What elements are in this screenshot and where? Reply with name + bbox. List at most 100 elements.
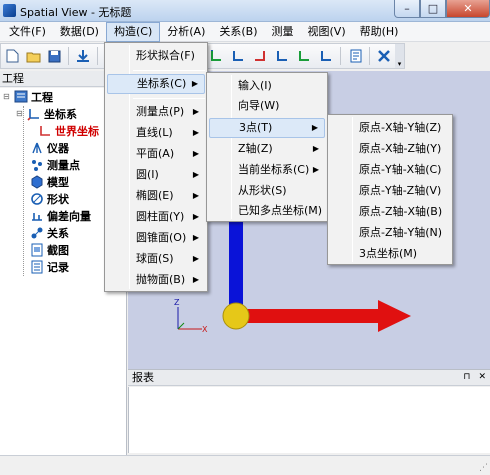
app-logo-icon xyxy=(3,4,16,17)
tree-item-shapes[interactable]: 形状 xyxy=(30,190,69,207)
menu-item-three-point-coordinates[interactable]: 3点坐标(M) xyxy=(330,244,450,264)
pin-icon[interactable]: ⊓ xyxy=(463,370,470,385)
tree-item-label: 模型 xyxy=(47,175,69,189)
tree-connector xyxy=(23,106,24,276)
menu-item-label: 当前坐标系(C) xyxy=(238,163,310,176)
minimize-button[interactable]: – xyxy=(394,0,420,18)
menu-data[interactable]: 数据(D) xyxy=(53,22,106,42)
menu-item-origin-x-z[interactable]: 原点-X轴-Z轴(Y) xyxy=(330,139,450,159)
menu-item-input[interactable]: 输入(I) xyxy=(209,76,325,96)
maximize-button[interactable]: □ xyxy=(420,0,446,18)
save-icon[interactable] xyxy=(45,47,63,65)
menu-item-ellipse[interactable]: 椭圆(E) ▶ xyxy=(107,186,205,206)
tree-item-model[interactable]: 模型 xyxy=(30,173,69,190)
submenu-arrow-icon: ▶ xyxy=(192,233,199,242)
menu-item-circle[interactable]: 圆(I) ▶ xyxy=(107,165,205,185)
submenu-arrow-icon: ▶ xyxy=(192,128,199,137)
menu-analysis[interactable]: 分析(A) xyxy=(160,22,212,42)
coord-tool-icon-3[interactable] xyxy=(251,47,269,65)
coord-tool-icon-2[interactable] xyxy=(229,47,247,65)
import-icon[interactable] xyxy=(74,47,92,65)
menu-item-wizard[interactable]: 向导(W) xyxy=(209,96,325,116)
submenu-arrow-icon: ▶ xyxy=(192,191,199,200)
menu-item-three-points[interactable]: 3点(T) ▶ xyxy=(209,118,325,138)
menu-item-origin-y-z[interactable]: 原点-Y轴-Z轴(V) xyxy=(330,181,450,201)
coord-tool-icon-5[interactable] xyxy=(295,47,313,65)
coord-tool-icon-1[interactable] xyxy=(207,47,225,65)
menu-item-sphere[interactable]: 球面(S) ▶ xyxy=(107,249,205,269)
tree-item-label: 截图 xyxy=(47,243,69,257)
menu-relation[interactable]: 关系(B) xyxy=(212,22,264,42)
close-icon[interactable]: ✕ xyxy=(478,370,486,385)
toolbar-separator xyxy=(68,47,69,65)
collapse-icon[interactable]: ⊟ xyxy=(3,92,11,101)
model-icon xyxy=(30,174,44,189)
menu-item-line[interactable]: 直线(L) ▶ xyxy=(107,123,205,143)
coordinate-system-submenu: 输入(I) 向导(W) 3点(T) ▶ Z轴(Z) ▶ 当前坐标系(C) ▶ 从形状(… xyxy=(206,72,328,222)
toolbar-separator xyxy=(97,47,98,65)
menu-item-coordinate-system[interactable]: 坐标系(C) ▶ xyxy=(107,74,205,94)
tree-item-label: 关系 xyxy=(47,226,69,240)
collapse-icon[interactable]: ⊟ xyxy=(16,109,24,118)
menu-measure[interactable]: 测量 xyxy=(265,22,301,42)
tree-item-project[interactable]: ⊟ 工程 xyxy=(3,88,53,105)
axis-z-label: Z xyxy=(174,298,180,307)
menu-item-paraboloid[interactable]: 抛物面(B) ▶ xyxy=(107,270,205,290)
open-folder-icon[interactable] xyxy=(24,47,42,65)
menu-help[interactable]: 帮助(H) xyxy=(353,22,406,42)
tree-item-screenshots[interactable]: 截图 xyxy=(30,241,69,258)
menu-file[interactable]: 文件(F) xyxy=(2,22,53,42)
tools-icon[interactable] xyxy=(375,47,393,65)
menu-item-cone[interactable]: 圆锥面(O) ▶ xyxy=(107,228,205,248)
report-icon[interactable] xyxy=(347,47,365,65)
tree-item-label: 偏差向量 xyxy=(47,209,91,223)
construct-menu: 形状拟合(F) 坐标系(C) ▶ 测量点(P) ▶ 直线(L) ▶ 平面(A) ▶ 圆(… xyxy=(104,42,208,292)
tree-item-records[interactable]: 记录 xyxy=(30,258,69,275)
coordinate-system-icon xyxy=(27,107,41,121)
menu-item-label: 测量点(P) xyxy=(136,105,185,118)
menu-item-label: Z轴(Z) xyxy=(238,142,273,155)
toolbar-separator xyxy=(340,47,341,65)
coord-tool-icon-6[interactable] xyxy=(317,47,335,65)
menu-item-plane[interactable]: 平面(A) ▶ xyxy=(107,144,205,164)
menu-item-shape-fit[interactable]: 形状拟合(F) xyxy=(107,46,205,66)
tree-item-deviation-vectors[interactable]: 偏差向量 xyxy=(30,207,91,224)
close-button[interactable]: ✕ xyxy=(446,0,490,18)
menu-construct[interactable]: 构造(C) xyxy=(105,22,161,42)
menu-item-origin-z-x[interactable]: 原点-Z轴-X轴(B) xyxy=(330,202,450,222)
menu-item-origin-z-y[interactable]: 原点-Z轴-Y轴(N) xyxy=(330,223,450,243)
menu-item-cylinder[interactable]: 圆柱面(Y) ▶ xyxy=(107,207,205,227)
menu-item-label: 直线(L) xyxy=(136,126,173,139)
x-axis-bar xyxy=(243,309,383,323)
menu-item-measure-point[interactable]: 测量点(P) ▶ xyxy=(107,102,205,122)
resize-grip-icon[interactable]: ⋰ xyxy=(479,463,488,473)
submenu-arrow-icon: ▶ xyxy=(192,275,199,284)
tree-item-coordinate-system[interactable]: ⊟ 坐标系 xyxy=(16,105,77,122)
report-panel-title: 报表 xyxy=(132,371,154,384)
menu-item-origin-y-x[interactable]: 原点-Y轴-X轴(C) xyxy=(330,160,450,180)
tree-item-world-coordinate[interactable]: 世界坐标 xyxy=(38,122,99,139)
z-axis-bar xyxy=(229,221,243,316)
report-panel-header: 报表 ⊓ ✕ xyxy=(128,369,490,386)
menu-view[interactable]: 视图(V) xyxy=(301,22,353,42)
menu-item-current-coordinate-system[interactable]: 当前坐标系(C) ▶ xyxy=(209,160,325,180)
menu-item-label: 椭圆(E) xyxy=(136,189,174,202)
window-controls: – □ ✕ xyxy=(394,0,490,19)
menu-item-z-axis[interactable]: Z轴(Z) ▶ xyxy=(209,139,325,159)
tree-item-label: 坐标系 xyxy=(44,107,77,121)
coord-tool-icon-4[interactable] xyxy=(273,47,291,65)
menu-item-known-multipoint[interactable]: 已知多点坐标(M) xyxy=(209,201,325,221)
tree-item-instrument[interactable]: 仪器 xyxy=(30,139,69,156)
menu-item-label: 球面(S) xyxy=(136,252,174,265)
menu-item-from-shape[interactable]: 从形状(S) xyxy=(209,181,325,201)
title-bar: Spatial View - 无标题 – □ ✕ xyxy=(0,0,490,22)
three-point-submenu: 原点-X轴-Y轴(Z) 原点-X轴-Z轴(Y) 原点-Y轴-X轴(C) 原点-Y… xyxy=(327,114,453,265)
menu-item-label: 圆(I) xyxy=(136,168,159,181)
tree-item-relations[interactable]: 关系 xyxy=(30,224,69,241)
status-bar: ⋰ xyxy=(0,455,490,475)
tree-item-measure-points[interactable]: 测量点 xyxy=(30,156,80,173)
menu-item-origin-x-y[interactable]: 原点-X轴-Y轴(Z) xyxy=(330,118,450,138)
new-file-icon[interactable] xyxy=(3,47,21,65)
toolbar-overflow-button[interactable]: ▾ xyxy=(395,44,404,68)
tree-item-label: 测量点 xyxy=(47,158,80,172)
